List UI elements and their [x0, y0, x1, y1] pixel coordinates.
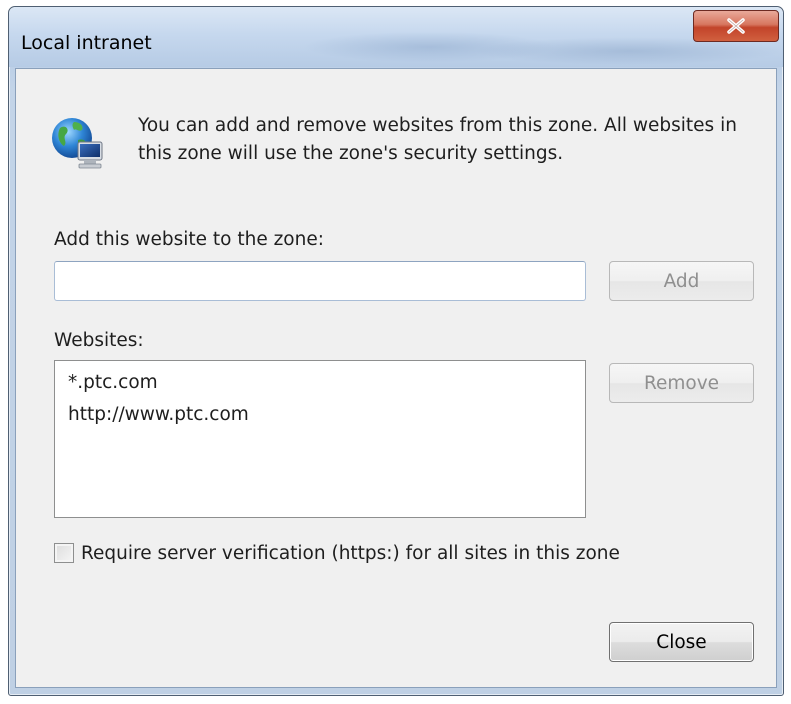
https-checkbox-label[interactable]: Require server verification (https:) for… [81, 543, 620, 564]
https-option-row[interactable]: Require server verification (https:) for… [54, 541, 620, 565]
window-close-button[interactable] [693, 10, 779, 42]
https-checkbox[interactable] [54, 543, 74, 563]
remove-button[interactable]: Remove [609, 363, 754, 403]
window-title: Local intranet [21, 32, 152, 54]
dialog-client-area: You can add and remove websites from thi… [15, 68, 777, 688]
title-bar[interactable]: Local intranet [9, 7, 783, 67]
list-item[interactable]: *.ptc.com [68, 367, 585, 399]
close-button[interactable]: Close [609, 622, 754, 662]
close-icon [727, 18, 745, 34]
zone-description: You can add and remove websites from thi… [138, 115, 737, 164]
add-website-label: Add this website to the zone: [54, 229, 324, 250]
add-button[interactable]: Add [609, 261, 754, 301]
websites-label: Websites: [54, 330, 144, 351]
website-url-input[interactable] [54, 261, 586, 301]
list-item[interactable]: http://www.ptc.com [68, 399, 585, 431]
dialog-window: Local intranet You can add and remove we… [8, 6, 784, 696]
websites-list[interactable]: *.ptc.com http://www.ptc.com [54, 360, 586, 518]
globe-computer-icon [52, 118, 103, 169]
